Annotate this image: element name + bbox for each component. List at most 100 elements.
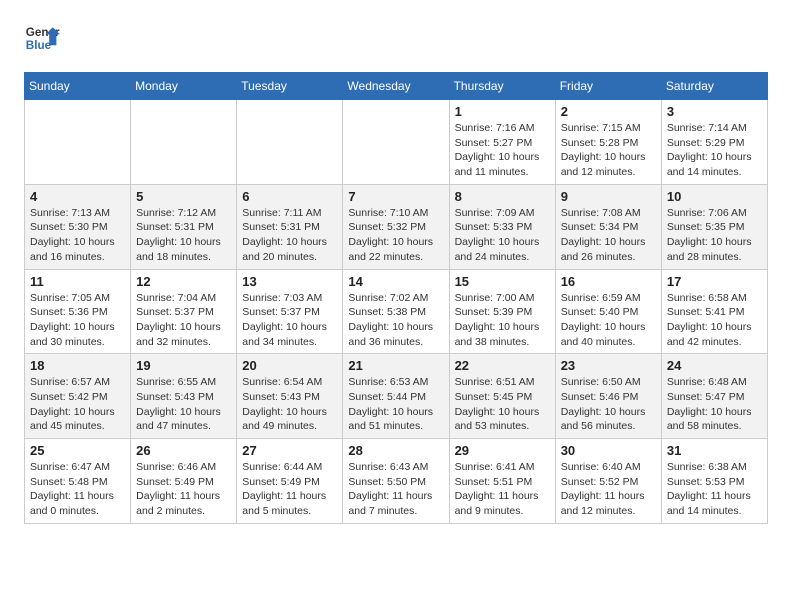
day-number: 4 bbox=[30, 189, 125, 204]
day-info: Sunrise: 6:55 AMSunset: 5:43 PMDaylight:… bbox=[136, 375, 231, 434]
day-info: Sunrise: 6:54 AMSunset: 5:43 PMDaylight:… bbox=[242, 375, 337, 434]
day-info: Sunrise: 6:53 AMSunset: 5:44 PMDaylight:… bbox=[348, 375, 443, 434]
weekday-header: Thursday bbox=[449, 73, 555, 100]
day-info: Sunrise: 7:08 AMSunset: 5:34 PMDaylight:… bbox=[561, 206, 656, 265]
day-number: 29 bbox=[455, 443, 550, 458]
header: General Blue bbox=[24, 20, 768, 56]
day-number: 21 bbox=[348, 358, 443, 373]
day-info: Sunrise: 7:10 AMSunset: 5:32 PMDaylight:… bbox=[348, 206, 443, 265]
day-number: 26 bbox=[136, 443, 231, 458]
day-info: Sunrise: 7:15 AMSunset: 5:28 PMDaylight:… bbox=[561, 121, 656, 180]
day-number: 14 bbox=[348, 274, 443, 289]
day-info: Sunrise: 6:38 AMSunset: 5:53 PMDaylight:… bbox=[667, 460, 762, 519]
calendar-cell: 12 Sunrise: 7:04 AMSunset: 5:37 PMDayligh… bbox=[131, 269, 237, 354]
day-info: Sunrise: 7:06 AMSunset: 5:35 PMDaylight:… bbox=[667, 206, 762, 265]
day-info: Sunrise: 6:59 AMSunset: 5:40 PMDaylight:… bbox=[561, 291, 656, 350]
day-info: Sunrise: 7:02 AMSunset: 5:38 PMDaylight:… bbox=[348, 291, 443, 350]
day-number: 22 bbox=[455, 358, 550, 373]
day-number: 6 bbox=[242, 189, 337, 204]
logo: General Blue bbox=[24, 20, 60, 56]
calendar-cell bbox=[237, 100, 343, 185]
day-number: 20 bbox=[242, 358, 337, 373]
day-number: 15 bbox=[455, 274, 550, 289]
calendar-cell: 3Sunrise: 7:14 AMSunset: 5:29 PMDaylight… bbox=[661, 100, 767, 185]
calendar-table: SundayMondayTuesdayWednesdayThursdayFrid… bbox=[24, 72, 768, 524]
day-info: Sunrise: 6:51 AMSunset: 5:45 PMDaylight:… bbox=[455, 375, 550, 434]
day-number: 3 bbox=[667, 104, 762, 119]
calendar-cell: 20 Sunrise: 6:54 AMSunset: 5:43 PMDayligh… bbox=[237, 354, 343, 439]
calendar-cell bbox=[343, 100, 449, 185]
day-info: Sunrise: 6:44 AMSunset: 5:49 PMDaylight:… bbox=[242, 460, 337, 519]
day-number: 8 bbox=[455, 189, 550, 204]
day-number: 10 bbox=[667, 189, 762, 204]
day-info: Sunrise: 6:47 AMSunset: 5:48 PMDaylight:… bbox=[30, 460, 125, 519]
weekday-header: Tuesday bbox=[237, 73, 343, 100]
calendar-cell: 15Sunrise: 7:00 AMSunset: 5:39 PMDayligh… bbox=[449, 269, 555, 354]
day-number: 5 bbox=[136, 189, 231, 204]
calendar-cell: 30Sunrise: 6:40 AMSunset: 5:52 PMDayligh… bbox=[555, 439, 661, 524]
day-number: 17 bbox=[667, 274, 762, 289]
day-info: Sunrise: 7:13 AMSunset: 5:30 PMDaylight:… bbox=[30, 206, 125, 265]
day-number: 16 bbox=[561, 274, 656, 289]
calendar-cell: 25Sunrise: 6:47 AMSunset: 5:48 PMDayligh… bbox=[25, 439, 131, 524]
day-number: 19 bbox=[136, 358, 231, 373]
day-info: Sunrise: 7:04 AMSunset: 5:37 PMDaylight:… bbox=[136, 291, 231, 350]
calendar-cell: 24 Sunrise: 6:48 AMSunset: 5:47 PMDayligh… bbox=[661, 354, 767, 439]
day-number: 27 bbox=[242, 443, 337, 458]
calendar-cell: 23Sunrise: 6:50 AMSunset: 5:46 PMDayligh… bbox=[555, 354, 661, 439]
calendar-week-row: 18 Sunrise: 6:57 AMSunset: 5:42 PMDayligh… bbox=[25, 354, 768, 439]
day-info: Sunrise: 6:57 AMSunset: 5:42 PMDaylight:… bbox=[30, 375, 125, 434]
weekday-header: Wednesday bbox=[343, 73, 449, 100]
day-info: Sunrise: 7:03 AMSunset: 5:37 PMDaylight:… bbox=[242, 291, 337, 350]
calendar-week-row: 25Sunrise: 6:47 AMSunset: 5:48 PMDayligh… bbox=[25, 439, 768, 524]
day-number: 18 bbox=[30, 358, 125, 373]
day-info: Sunrise: 7:05 AMSunset: 5:36 PMDaylight:… bbox=[30, 291, 125, 350]
calendar-cell: 2 Sunrise: 7:15 AMSunset: 5:28 PMDaylight… bbox=[555, 100, 661, 185]
calendar-cell: 13Sunrise: 7:03 AMSunset: 5:37 PMDayligh… bbox=[237, 269, 343, 354]
calendar-cell: 29 Sunrise: 6:41 AMSunset: 5:51 PMDayligh… bbox=[449, 439, 555, 524]
weekday-header: Saturday bbox=[661, 73, 767, 100]
calendar-cell: 27 Sunrise: 6:44 AMSunset: 5:49 PMDayligh… bbox=[237, 439, 343, 524]
day-number: 30 bbox=[561, 443, 656, 458]
calendar-cell: 8 Sunrise: 7:09 AMSunset: 5:33 PMDaylight… bbox=[449, 184, 555, 269]
calendar-cell bbox=[25, 100, 131, 185]
calendar-cell: 21 Sunrise: 6:53 AMSunset: 5:44 PMDayligh… bbox=[343, 354, 449, 439]
calendar-cell: 16 Sunrise: 6:59 AMSunset: 5:40 PMDayligh… bbox=[555, 269, 661, 354]
weekday-header: Monday bbox=[131, 73, 237, 100]
day-number: 9 bbox=[561, 189, 656, 204]
calendar-cell: 10 Sunrise: 7:06 AMSunset: 5:35 PMDayligh… bbox=[661, 184, 767, 269]
day-info: Sunrise: 7:12 AMSunset: 5:31 PMDaylight:… bbox=[136, 206, 231, 265]
day-number: 31 bbox=[667, 443, 762, 458]
calendar-week-row: 11Sunrise: 7:05 AMSunset: 5:36 PMDayligh… bbox=[25, 269, 768, 354]
calendar-cell: 14 Sunrise: 7:02 AMSunset: 5:38 PMDayligh… bbox=[343, 269, 449, 354]
day-number: 28 bbox=[348, 443, 443, 458]
day-info: Sunrise: 7:09 AMSunset: 5:33 PMDaylight:… bbox=[455, 206, 550, 265]
calendar-cell: 26Sunrise: 6:46 AMSunset: 5:49 PMDayligh… bbox=[131, 439, 237, 524]
calendar-cell: 1 Sunrise: 7:16 AMSunset: 5:27 PMDaylight… bbox=[449, 100, 555, 185]
day-number: 12 bbox=[136, 274, 231, 289]
weekday-header: Friday bbox=[555, 73, 661, 100]
calendar-cell bbox=[131, 100, 237, 185]
day-number: 7 bbox=[348, 189, 443, 204]
day-number: 1 bbox=[455, 104, 550, 119]
calendar-cell: 7 Sunrise: 7:10 AMSunset: 5:32 PMDaylight… bbox=[343, 184, 449, 269]
day-number: 2 bbox=[561, 104, 656, 119]
day-info: Sunrise: 6:48 AMSunset: 5:47 PMDaylight:… bbox=[667, 375, 762, 434]
calendar-cell: 31 Sunrise: 6:38 AMSunset: 5:53 PMDayligh… bbox=[661, 439, 767, 524]
calendar-cell: 11Sunrise: 7:05 AMSunset: 5:36 PMDayligh… bbox=[25, 269, 131, 354]
day-info: Sunrise: 7:16 AMSunset: 5:27 PMDaylight:… bbox=[455, 121, 550, 180]
weekday-header: Sunday bbox=[25, 73, 131, 100]
day-info: Sunrise: 6:58 AMSunset: 5:41 PMDaylight:… bbox=[667, 291, 762, 350]
calendar-cell: 28Sunrise: 6:43 AMSunset: 5:50 PMDayligh… bbox=[343, 439, 449, 524]
day-number: 24 bbox=[667, 358, 762, 373]
calendar-cell: 9 Sunrise: 7:08 AMSunset: 5:34 PMDaylight… bbox=[555, 184, 661, 269]
calendar-cell: 18 Sunrise: 6:57 AMSunset: 5:42 PMDayligh… bbox=[25, 354, 131, 439]
calendar-cell: 17 Sunrise: 6:58 AMSunset: 5:41 PMDayligh… bbox=[661, 269, 767, 354]
calendar-cell: 5 Sunrise: 7:12 AMSunset: 5:31 PMDaylight… bbox=[131, 184, 237, 269]
logo-icon: General Blue bbox=[24, 20, 60, 56]
day-info: Sunrise: 7:11 AMSunset: 5:31 PMDaylight:… bbox=[242, 206, 337, 265]
day-info: Sunrise: 6:41 AMSunset: 5:51 PMDaylight:… bbox=[455, 460, 550, 519]
calendar-cell: 19 Sunrise: 6:55 AMSunset: 5:43 PMDayligh… bbox=[131, 354, 237, 439]
day-info: Sunrise: 6:50 AMSunset: 5:46 PMDaylight:… bbox=[561, 375, 656, 434]
calendar-cell: 4 Sunrise: 7:13 AMSunset: 5:30 PMDaylight… bbox=[25, 184, 131, 269]
